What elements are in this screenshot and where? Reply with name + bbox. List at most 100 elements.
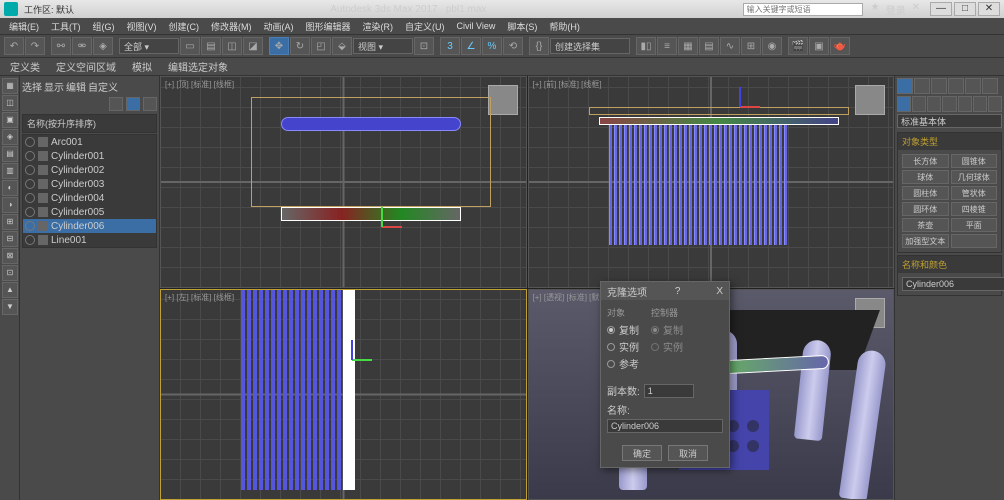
se-menu[interactable]: 选择 bbox=[22, 79, 42, 94]
shapes-cat-icon[interactable] bbox=[912, 96, 926, 112]
primitive-button[interactable]: 平面 bbox=[951, 218, 998, 232]
tool-icon[interactable]: ▣ bbox=[2, 112, 18, 128]
snap-button[interactable]: 3 bbox=[440, 37, 460, 55]
undo-button[interactable]: ↶ bbox=[4, 37, 24, 55]
named-set-dropdown[interactable]: 创建选择集 bbox=[550, 38, 630, 54]
link-button[interactable]: ⚯ bbox=[51, 37, 71, 55]
tool-icon[interactable]: ▥ bbox=[2, 163, 18, 179]
display-tab-icon[interactable] bbox=[965, 78, 981, 94]
render-frame-button[interactable]: ▣ bbox=[809, 37, 829, 55]
visibility-icon[interactable] bbox=[25, 207, 35, 217]
unlink-button[interactable]: ⚮ bbox=[72, 37, 92, 55]
mirror-button[interactable]: ▮▯ bbox=[636, 37, 656, 55]
radio-instance[interactable]: 实例 bbox=[607, 339, 639, 354]
geometry-cat-icon[interactable] bbox=[897, 96, 911, 112]
visibility-icon[interactable] bbox=[25, 179, 35, 189]
scene-item[interactable]: Cylinder002 bbox=[23, 163, 156, 177]
menu-item[interactable]: 渲染(R) bbox=[358, 19, 399, 34]
help-search-input[interactable] bbox=[743, 3, 863, 16]
close-button[interactable]: ✕ bbox=[978, 2, 1000, 16]
primitive-button[interactable] bbox=[951, 234, 998, 248]
viewcube-icon[interactable] bbox=[855, 85, 885, 115]
se-filter-icon[interactable] bbox=[126, 97, 140, 111]
primitive-button[interactable]: 管状体 bbox=[951, 186, 998, 200]
menu-item[interactable]: 脚本(S) bbox=[502, 19, 542, 34]
radio-ctrl-inst[interactable]: 实例 bbox=[651, 339, 683, 354]
primitive-button[interactable]: 圆锥体 bbox=[951, 154, 998, 168]
menu-item[interactable]: 修改器(M) bbox=[206, 19, 257, 34]
create-tab-icon[interactable] bbox=[897, 78, 913, 94]
visibility-icon[interactable] bbox=[25, 137, 35, 147]
rollout-header[interactable]: 名称和颜色 bbox=[898, 256, 1001, 273]
primitive-button[interactable]: 几何球体 bbox=[951, 170, 998, 184]
menu-item[interactable]: 动画(A) bbox=[259, 19, 299, 34]
primitive-button[interactable]: 球体 bbox=[902, 170, 949, 184]
move-gizmo-icon[interactable] bbox=[719, 87, 759, 127]
viewport-label[interactable]: [+] [左] [标准] [线框] bbox=[165, 292, 234, 303]
se-menu[interactable]: 自定义 bbox=[88, 79, 118, 94]
helpers-cat-icon[interactable] bbox=[958, 96, 972, 112]
utilities-tab-icon[interactable] bbox=[982, 78, 998, 94]
menu-item[interactable]: 自定义(U) bbox=[400, 19, 450, 34]
tool-icon[interactable]: ◈ bbox=[2, 129, 18, 145]
tool-icon[interactable]: ▦ bbox=[2, 78, 18, 94]
scene-item[interactable]: Line001 bbox=[23, 233, 156, 247]
visibility-icon[interactable] bbox=[25, 221, 35, 231]
tool-icon[interactable]: ▼ bbox=[2, 299, 18, 315]
scale-button[interactable]: ◰ bbox=[311, 37, 331, 55]
layers-button[interactable]: ▦ bbox=[678, 37, 698, 55]
infocenter-icon[interactable]: ★ bbox=[871, 2, 880, 17]
render-button[interactable]: 🫖 bbox=[830, 37, 850, 55]
menu-item[interactable]: 编辑(E) bbox=[4, 19, 44, 34]
scene-item[interactable]: Cylinder003 bbox=[23, 177, 156, 191]
selection-filter-dropdown[interactable]: 全部 ▾ bbox=[119, 38, 179, 54]
se-menu[interactable]: 编辑 bbox=[66, 79, 86, 94]
dialog-help-button[interactable]: ? bbox=[675, 286, 681, 297]
menu-item[interactable]: 创建(C) bbox=[164, 19, 205, 34]
motion-tab-icon[interactable] bbox=[948, 78, 964, 94]
menu-item[interactable]: 视图(V) bbox=[122, 19, 162, 34]
exchange-icon[interactable]: ✕ bbox=[912, 2, 920, 17]
visibility-icon[interactable] bbox=[25, 151, 35, 161]
material-editor-button[interactable]: ◉ bbox=[762, 37, 782, 55]
bind-button[interactable]: ◈ bbox=[93, 37, 113, 55]
menu-item[interactable]: Civil View bbox=[452, 20, 501, 32]
curve-editor-button[interactable]: ∿ bbox=[720, 37, 740, 55]
move-gizmo-icon[interactable] bbox=[361, 207, 401, 247]
rollout-header[interactable]: 对象类型 bbox=[898, 133, 1001, 150]
tool-icon[interactable]: ⊞ bbox=[2, 214, 18, 230]
radio-copy[interactable]: 复制 bbox=[607, 322, 639, 337]
move-button[interactable]: ✥ bbox=[269, 37, 289, 55]
minimize-button[interactable]: — bbox=[930, 2, 952, 16]
scene-item[interactable]: Cylinder006 bbox=[23, 219, 156, 233]
primitive-button[interactable]: 圆柱体 bbox=[902, 186, 949, 200]
primitive-button[interactable]: 四棱锥 bbox=[951, 202, 998, 216]
radio-reference[interactable]: 参考 bbox=[607, 356, 639, 371]
rotate-button[interactable]: ↻ bbox=[290, 37, 310, 55]
systems-cat-icon[interactable] bbox=[988, 96, 1002, 112]
scene-item[interactable]: Cylinder001 bbox=[23, 149, 156, 163]
hierarchy-tab-icon[interactable] bbox=[931, 78, 947, 94]
space-cat-icon[interactable] bbox=[973, 96, 987, 112]
ribbon-tab[interactable]: 模拟 bbox=[126, 58, 158, 75]
placement-button[interactable]: ⬙ bbox=[332, 37, 352, 55]
se-lock-icon[interactable] bbox=[143, 97, 157, 111]
radio-ctrl-copy[interactable]: 复制 bbox=[651, 322, 683, 337]
object-name-input[interactable] bbox=[902, 277, 1004, 291]
tool-icon[interactable]: ◑ bbox=[2, 197, 18, 213]
maximize-button[interactable]: □ bbox=[954, 2, 976, 16]
tool-icon[interactable]: ⊠ bbox=[2, 248, 18, 264]
cameras-cat-icon[interactable] bbox=[942, 96, 956, 112]
menu-item[interactable]: 图形编辑器 bbox=[301, 19, 356, 34]
modify-tab-icon[interactable] bbox=[914, 78, 930, 94]
lights-cat-icon[interactable] bbox=[927, 96, 941, 112]
tool-icon[interactable]: ⊡ bbox=[2, 265, 18, 281]
primitive-button[interactable]: 圆环体 bbox=[902, 202, 949, 216]
primitive-button[interactable]: 加强型文本 bbox=[902, 234, 949, 248]
align-button[interactable]: ≡ bbox=[657, 37, 677, 55]
window-crossing-button[interactable]: ◪ bbox=[243, 37, 263, 55]
copies-spinner[interactable] bbox=[644, 384, 694, 398]
visibility-icon[interactable] bbox=[25, 193, 35, 203]
tool-icon[interactable]: ◐ bbox=[2, 180, 18, 196]
render-setup-button[interactable]: 🎬 bbox=[788, 37, 808, 55]
